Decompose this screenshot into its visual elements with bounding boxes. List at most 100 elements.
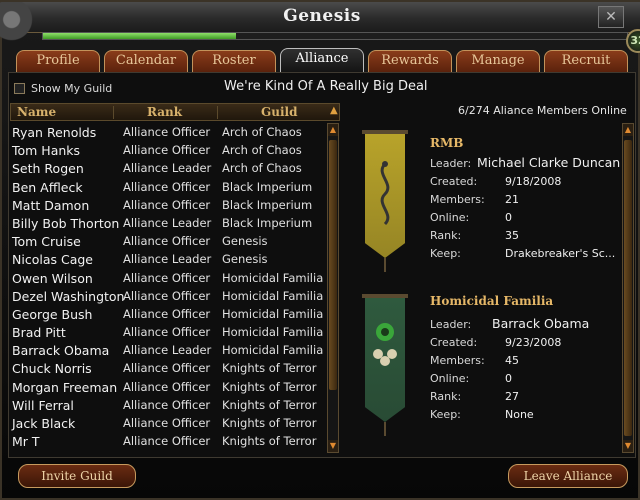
rmb-keep-value: Drakebreaker's Sc... <box>505 247 616 260</box>
column-header-name[interactable]: Name <box>17 105 56 119</box>
homicidal-familia-members-value: 45 <box>505 354 519 367</box>
online-label: Online: <box>430 372 470 385</box>
roster-row[interactable]: George Bush Alliance Officer Homicidal Fam… <box>10 305 326 323</box>
member-rank: Alliance Officer <box>123 234 211 249</box>
roster-row[interactable]: Morgan Freeman Alliance Officer Knights of… <box>10 378 326 396</box>
scroll-up-icon[interactable]: ▲ <box>623 124 633 136</box>
roster-scrollbar[interactable]: ▲ ▼ <box>327 123 339 453</box>
rmb-created-value: 9/18/2008 <box>505 175 562 188</box>
roster-row[interactable]: Seth Rogen Alliance Leader Arch of Chaos <box>10 159 326 177</box>
scroll-down-icon[interactable]: ▼ <box>623 440 633 452</box>
member-name: Tom Cruise <box>12 234 81 250</box>
member-name: Tom Hanks <box>12 143 81 159</box>
members-label: Members: <box>430 193 485 206</box>
member-name: Chuck Norris <box>12 361 92 377</box>
roster-row[interactable]: Tom Cruise Alliance Officer Genesis <box>10 232 326 250</box>
dragon-emblem-icon <box>380 161 390 226</box>
member-name: Dezel Washington <box>12 288 125 304</box>
roster-row[interactable]: Dezel Washington Alliance Officer Homicida… <box>10 287 326 305</box>
tab-calendar[interactable]: Calendar <box>104 50 188 72</box>
column-header-rank[interactable]: Rank <box>147 105 182 119</box>
roster-row[interactable]: Mr T Alliance Officer Knights of Terror <box>10 432 326 450</box>
guild-name-rmb: RMB <box>430 136 464 150</box>
roster-row[interactable]: Billy Bob Thorton Alliance Leader Black Im… <box>10 214 326 232</box>
close-button[interactable]: ✕ <box>598 6 624 28</box>
member-name: Nicolas Cage <box>12 252 93 268</box>
member-guild: Homicidal Familia <box>222 343 324 358</box>
title-bar[interactable]: Genesis ✕ <box>0 2 640 46</box>
xp-bar <box>42 32 628 40</box>
member-guild: Homicidal Familia <box>222 306 324 321</box>
member-guild: Black Imperium <box>222 215 313 230</box>
rmb-online-value: 0 <box>505 211 512 224</box>
header-divider <box>113 106 114 119</box>
rmb-guild-banner <box>362 130 408 272</box>
leave-alliance-button[interactable]: Leave Alliance <box>508 464 628 488</box>
tab-roster[interactable]: Roster <box>192 50 276 72</box>
member-rank: Alliance Leader <box>123 161 212 176</box>
close-icon: ✕ <box>605 9 617 25</box>
guild-name-homicidal-familia: Homicidal Familia <box>430 294 554 308</box>
roster-row[interactable]: Brad Pitt Alliance Officer Homicidal Famil… <box>10 323 326 341</box>
member-name: Matt Damon <box>12 197 90 213</box>
scroll-up-icon[interactable]: ▲ <box>328 124 338 136</box>
rmb-members-value: 21 <box>505 193 519 206</box>
roster-row[interactable]: Tom Hanks Alliance Officer Arch of Chaos <box>10 141 326 159</box>
homicidal-familia-keep-value: None <box>505 408 534 421</box>
member-guild: Homicidal Familia <box>222 288 324 303</box>
member-guild: Knights of Terror <box>222 434 317 449</box>
roster-row[interactable]: Owen Wilson Alliance Officer Homicidal Fam… <box>10 269 326 287</box>
tab-profile[interactable]: Profile <box>16 50 100 72</box>
member-guild: Homicidal Familia <box>222 325 324 340</box>
keep-label: Keep: <box>430 408 461 421</box>
members-label: Members: <box>430 354 485 367</box>
leader-label: Leader: <box>430 318 472 331</box>
member-name: Brad Pitt <box>12 325 66 341</box>
show-my-guild-checkbox[interactable] <box>14 83 25 94</box>
member-rank: Alliance Officer <box>123 361 211 376</box>
member-guild: Homicidal Familia <box>222 270 324 285</box>
member-guild: Arch of Chaos <box>222 125 302 139</box>
member-name: Billy Bob Thorton <box>12 215 120 231</box>
member-name: Mr T <box>12 434 40 450</box>
roster-row[interactable]: Chuck Norris Alliance Officer Knights of T… <box>10 359 326 377</box>
roster-row[interactable]: Matt Damon Alliance Officer Black Imperium <box>10 196 326 214</box>
guild-details-scrollbar-thumb[interactable] <box>624 140 632 436</box>
member-rank: Alliance Leader <box>123 343 212 358</box>
member-guild: Black Imperium <box>222 179 313 194</box>
skull-emblem-icon <box>373 323 397 366</box>
roster-row[interactable]: Jack Black Alliance Officer Knights of Ter… <box>10 414 326 432</box>
member-name: Will Ferral <box>12 397 74 413</box>
tab-manage[interactable]: Manage <box>456 50 540 72</box>
show-my-guild-toggle[interactable]: Show My Guild <box>14 82 112 95</box>
roster-row[interactable]: Will Ferral Alliance Officer Knights of Te… <box>10 396 326 414</box>
roster-row[interactable]: Barrack Obama Alliance Leader Homicidal Fa… <box>10 341 326 359</box>
roster-row[interactable]: Ryan Renolds Alliance Officer Arch of Chao… <box>10 123 326 141</box>
member-name: Ben Affleck <box>12 179 83 195</box>
homicidal-familia-rank-value: 27 <box>505 390 519 403</box>
scroll-down-icon[interactable]: ▼ <box>328 440 338 452</box>
homicidal-familia-online-value: 0 <box>505 372 512 385</box>
banner-cloth <box>365 134 405 258</box>
roster-row[interactable]: Nicolas Cage Alliance Leader Genesis <box>10 250 326 268</box>
member-rank: Alliance Officer <box>123 416 211 430</box>
member-rank: Alliance Officer <box>123 306 211 321</box>
roster-scrollbar-thumb[interactable] <box>329 140 337 390</box>
column-header-guild[interactable]: Guild <box>261 105 297 119</box>
member-rank: Alliance Officer <box>123 379 211 394</box>
tab-alliance[interactable]: Alliance <box>280 48 364 72</box>
window-title: Genesis <box>283 6 361 26</box>
created-label: Created: <box>430 175 478 188</box>
guild-details-scrollbar[interactable]: ▲ ▼ <box>622 123 634 453</box>
roster-row[interactable]: Ben Affleck Alliance Officer Black Imperiu… <box>10 178 326 196</box>
member-guild: Arch of Chaos <box>222 143 302 158</box>
tab-rewards[interactable]: Rewards <box>368 50 452 72</box>
invite-guild-button[interactable]: Invite Guild <box>18 464 136 488</box>
online-label: Online: <box>430 211 470 224</box>
rmb-rank-value: 35 <box>505 229 519 242</box>
sort-ascending-icon[interactable]: ▲ <box>330 105 338 116</box>
tab-recruit[interactable]: Recruit <box>544 50 628 72</box>
leader-label: Leader: <box>430 157 472 170</box>
keep-label: Keep: <box>430 247 461 260</box>
show-my-guild-label: Show My Guild <box>31 82 113 95</box>
